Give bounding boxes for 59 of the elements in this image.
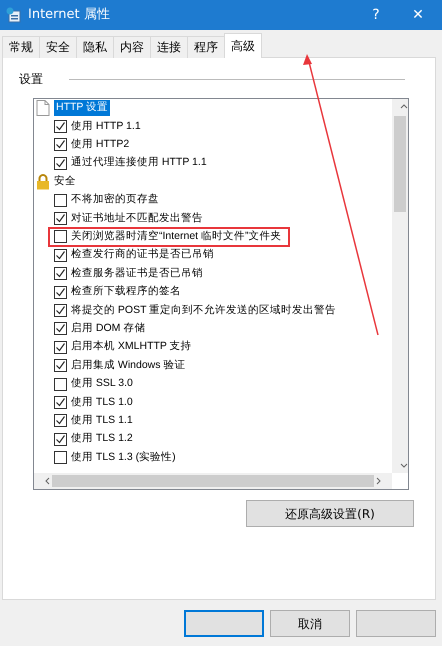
checkbox-label: 使用 TLS 1.1 <box>71 412 133 428</box>
tab[interactable]: 安全 <box>39 36 77 58</box>
close-button[interactable]: ✕ <box>400 4 436 26</box>
list-item[interactable]: HTTP 设置 <box>54 100 110 116</box>
checkbox[interactable] <box>54 359 67 372</box>
checkbox-label: 检查所下载程序的签名 <box>71 284 181 300</box>
restore-button[interactable]: 还原高级设置(R) <box>246 500 414 527</box>
checkbox-label: 启用本机 XMLHTTP 支持 <box>71 339 192 354</box>
checkbox[interactable] <box>54 156 67 170</box>
horizontal-scrollbar[interactable] <box>34 473 392 489</box>
checkbox-label: 启用 DOM 存储 <box>71 321 146 336</box>
checkbox[interactable] <box>54 304 67 317</box>
checkbox-label: 不将加密的页存盘 <box>71 192 159 208</box>
checkbox-label: 使用 HTTP 1.1 <box>71 118 141 134</box>
page-icon <box>36 100 50 116</box>
dialog-button[interactable]: 取消 <box>270 610 350 637</box>
list-item[interactable]: 安全 <box>54 174 76 190</box>
tab[interactable]: 程序 <box>187 36 225 58</box>
checkbox[interactable] <box>54 120 67 134</box>
checkbox[interactable] <box>54 451 67 464</box>
checkbox-label: 对证书地址不匹配发出警告 <box>71 210 203 226</box>
checkbox[interactable] <box>54 286 67 299</box>
checkbox-label: 使用 HTTP2 <box>71 137 130 152</box>
group-label: 设置 <box>19 71 43 88</box>
checkbox-label: 通过代理连接使用 HTTP 1.1 <box>71 155 207 170</box>
checkbox-label: 检查发行商的证书是否已吊销 <box>71 247 214 262</box>
scrollbar-thumb[interactable] <box>52 475 374 487</box>
checkbox[interactable] <box>54 212 67 226</box>
checkbox[interactable] <box>54 322 67 336</box>
checkbox[interactable] <box>54 432 67 446</box>
vertical-scrollbar[interactable] <box>392 99 408 473</box>
checkbox[interactable] <box>54 267 67 280</box>
checkbox[interactable] <box>54 248 67 262</box>
tab[interactable]: 高级 <box>224 33 262 58</box>
checkbox-label: 使用 SSL 3.0 <box>71 376 133 392</box>
checkbox[interactable] <box>54 414 67 428</box>
tab[interactable]: 内容 <box>113 36 151 58</box>
checkbox[interactable] <box>54 230 67 244</box>
lock-icon <box>36 174 50 190</box>
checkbox[interactable] <box>54 396 67 409</box>
checkbox[interactable] <box>54 378 67 391</box>
checkbox-label: 使用 TLS 1.3 (实验性) <box>71 450 176 465</box>
checkbox[interactable] <box>54 340 67 354</box>
scrollbar-thumb[interactable] <box>394 116 406 212</box>
help-button[interactable]: ? <box>358 4 394 26</box>
checkbox-label: 启用集成 Windows 验证 <box>71 358 186 373</box>
window-title: Internet 属性 <box>28 6 111 24</box>
checkbox[interactable] <box>54 138 67 152</box>
tab[interactable]: 隐私 <box>76 36 114 58</box>
tab[interactable]: 连接 <box>150 36 188 58</box>
checkbox-label: 使用 TLS 1.0 <box>71 394 133 410</box>
dialog-button[interactable] <box>184 610 264 637</box>
checkbox-label: 使用 TLS 1.2 <box>71 431 133 446</box>
checkbox-label: 关闭浏览器时清空“Internet 临时文件”文件夹 <box>71 229 282 244</box>
tab[interactable]: 常规 <box>2 36 40 58</box>
globe-page-icon <box>6 7 22 23</box>
checkbox-label: 检查服务器证书是否已吊销 <box>71 266 203 281</box>
checkbox-label: 将提交的 POST 重定向到不允许发送的区域时发出警告 <box>71 302 336 318</box>
checkbox[interactable] <box>54 194 67 207</box>
